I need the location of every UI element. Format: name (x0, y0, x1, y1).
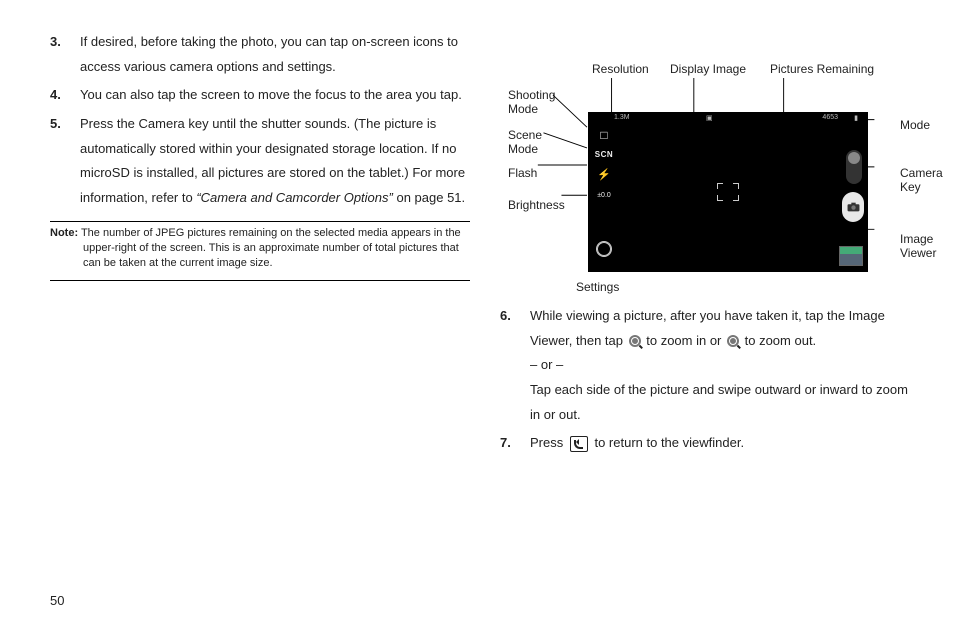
step-text: You can also tap the screen to move the … (80, 83, 470, 108)
focus-brackets-icon (717, 183, 739, 201)
battery-icon: ▮ (854, 114, 858, 122)
camera-diagram: Resolution Display Image Pictures Remain… (500, 40, 916, 290)
note-text: The number of JPEG pictures remaining on… (78, 227, 461, 269)
label-settings: Settings (576, 280, 619, 294)
step-5: 5. Press the Camera key until the shutte… (50, 112, 470, 211)
mode-toggle-icon (846, 150, 862, 184)
step-number: 4. (50, 83, 80, 108)
settings-icon (594, 242, 614, 256)
step-number: 5. (50, 112, 80, 211)
topbar-remaining: 4653 (822, 114, 838, 121)
step-7: 7. Press to return to the viewfinder. (500, 431, 916, 456)
note-block: Note: The number of JPEG pictures remain… (50, 226, 470, 271)
label-image-viewer: ImageViewer (900, 232, 936, 261)
topbar-display-image-icon: ▣ (706, 114, 713, 122)
step-number: 6. (500, 304, 530, 427)
zoom-out-icon (727, 335, 739, 347)
label-camera-key: CameraKey (900, 166, 943, 195)
step-6: 6. While viewing a picture, after you ha… (500, 304, 916, 427)
camera-screen: 1.3M ▣ 4653 ▮ □ SCN ⚡ ±0.0 (588, 112, 868, 272)
image-viewer-icon (839, 246, 863, 266)
cross-reference: “Camera and Camcorder Options” (196, 190, 393, 205)
note-label: Note: (50, 227, 78, 239)
topbar-resolution: 1.3M (614, 114, 630, 121)
divider (50, 221, 470, 222)
brightness-icon: ±0.0 (594, 192, 614, 199)
shooting-mode-icon: □ (594, 128, 614, 142)
label-brightness: Brightness (508, 198, 565, 212)
step-text: While viewing a picture, after you have … (530, 304, 916, 427)
step-text: Press to return to the viewfinder. (530, 431, 916, 456)
instruction-list-left: 3. If desired, before taking the photo, … (50, 30, 470, 211)
or-separator: – or – (530, 357, 563, 372)
label-scene-mode: SceneMode (508, 128, 542, 157)
label-resolution: Resolution (592, 62, 649, 76)
step-4: 4. You can also tap the screen to move t… (50, 83, 470, 108)
flash-icon: ⚡ (594, 168, 614, 181)
label-shooting-mode: ShootingMode (508, 88, 555, 117)
cross-reference-page: on page 51. (393, 190, 465, 205)
step-number: 7. (500, 431, 530, 456)
instruction-list-right: 6. While viewing a picture, after you ha… (500, 304, 916, 456)
step-number: 3. (50, 30, 80, 79)
camera-key-icon (842, 192, 864, 222)
label-mode: Mode (900, 118, 930, 132)
label-display-image: Display Image (670, 62, 746, 76)
label-flash: Flash (508, 166, 537, 180)
divider (50, 280, 470, 281)
page-number: 50 (50, 593, 64, 608)
back-icon (570, 436, 588, 452)
zoom-in-icon (629, 335, 641, 347)
camera-topbar: 1.3M ▣ 4653 ▮ (588, 114, 868, 126)
label-pictures-remaining: Pictures Remaining (770, 62, 874, 76)
scene-mode-icon: SCN (594, 150, 614, 159)
step-text: Press the Camera key until the shutter s… (80, 112, 470, 211)
step-text: If desired, before taking the photo, you… (80, 30, 470, 79)
step-3: 3. If desired, before taking the photo, … (50, 30, 470, 79)
